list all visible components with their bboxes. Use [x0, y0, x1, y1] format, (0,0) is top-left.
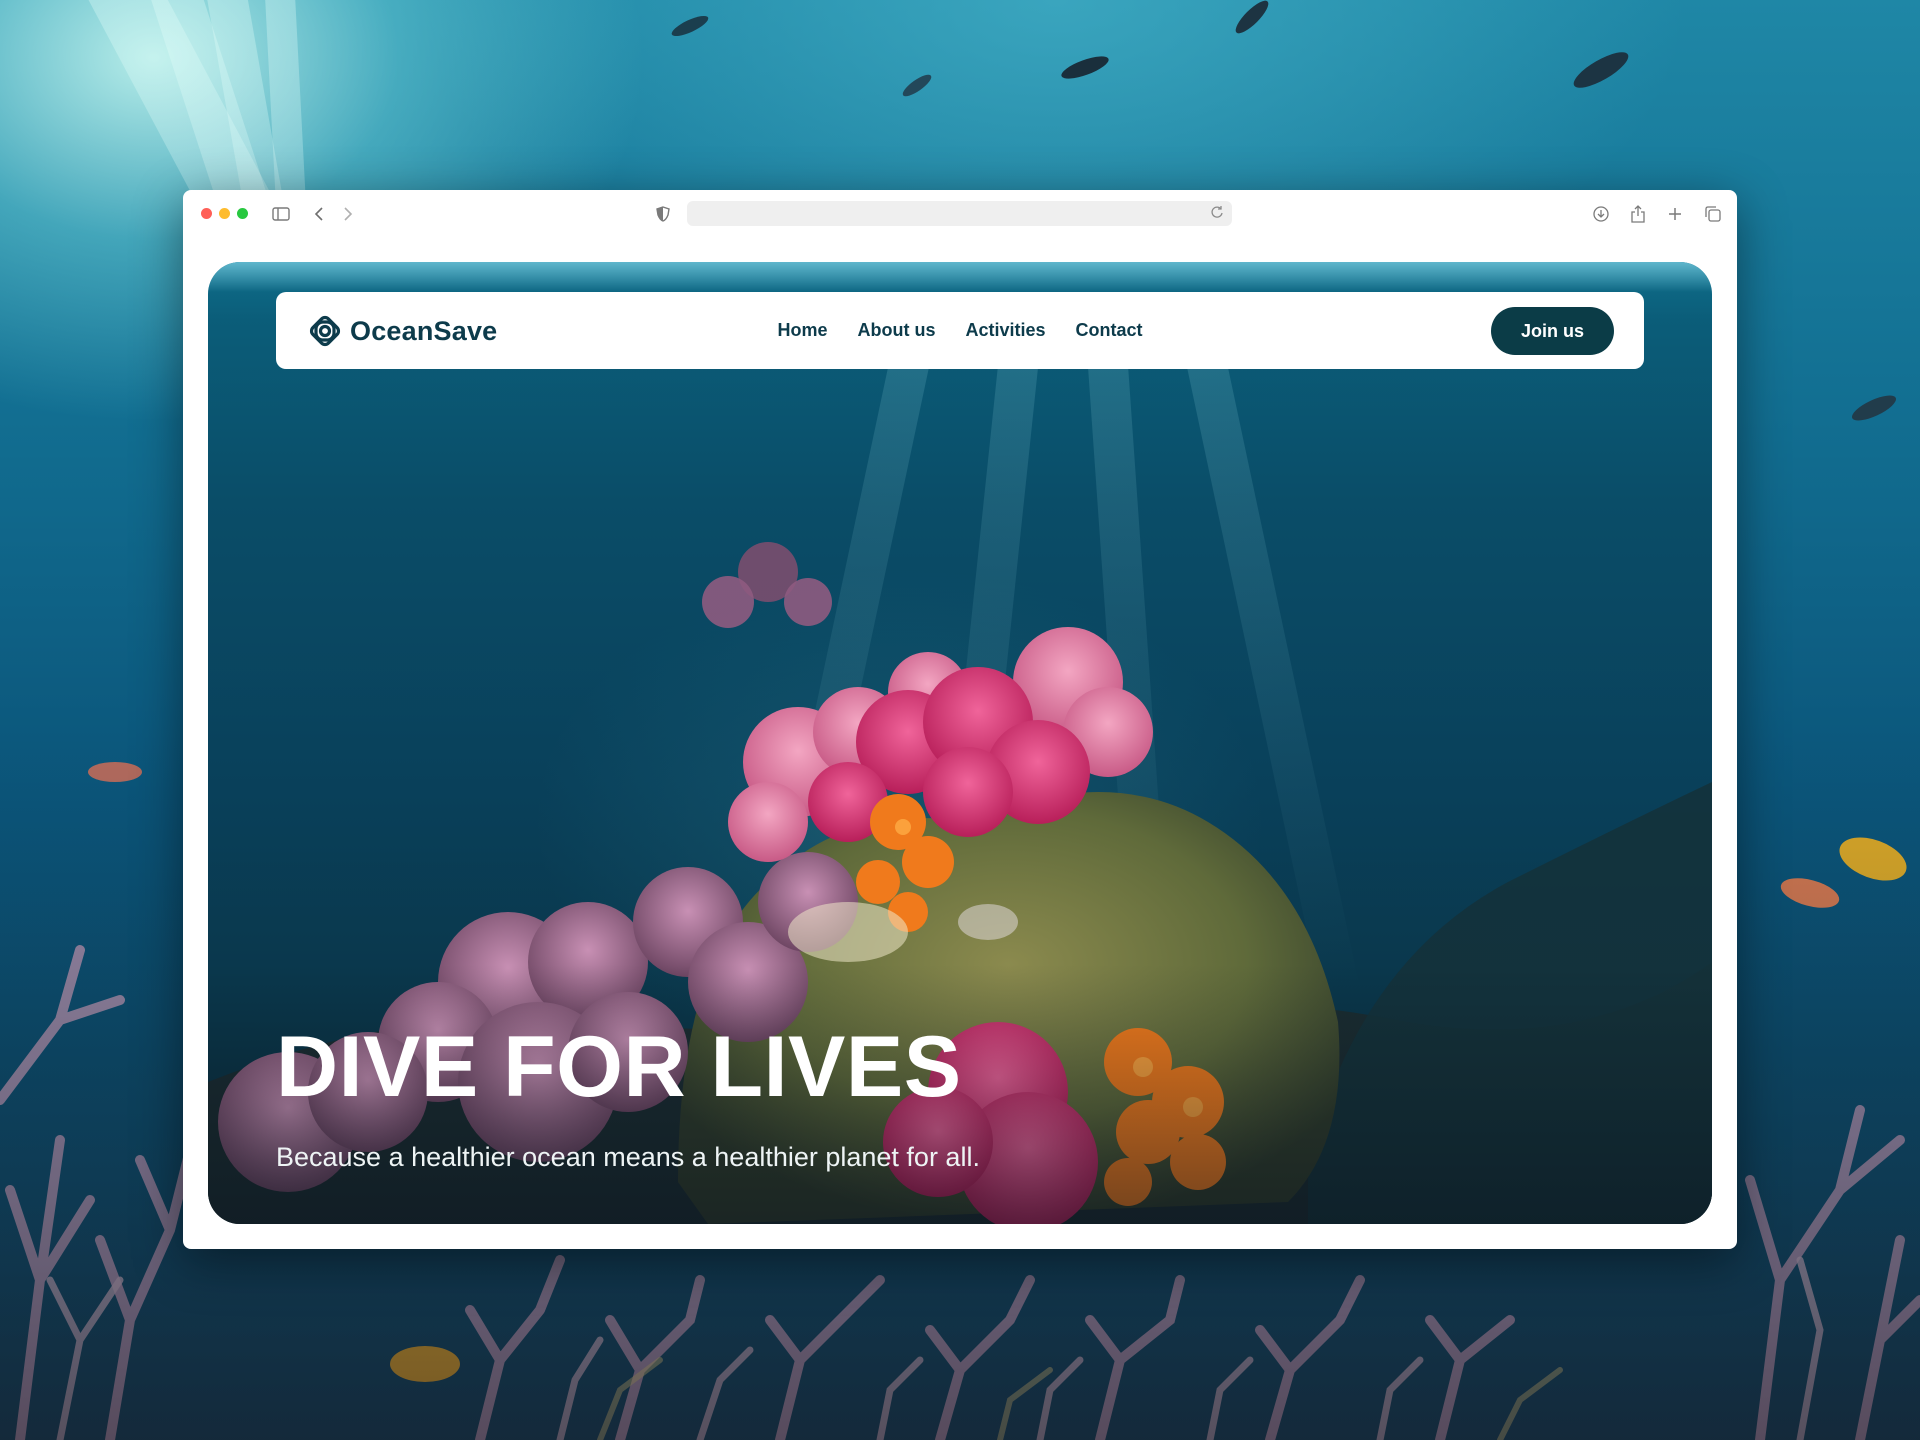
new-tab-icon[interactable] [1663, 202, 1687, 226]
fish [1848, 390, 1900, 426]
fish [1231, 0, 1273, 38]
hero-section: OceanSave Home About us Activities Conta… [208, 262, 1712, 1224]
zoom-window-button[interactable] [237, 208, 248, 219]
forward-icon[interactable] [336, 202, 360, 226]
minimize-window-button[interactable] [219, 208, 230, 219]
browser-toolbar [183, 190, 1737, 238]
nav-links: Home About us Activities Contact [276, 320, 1644, 341]
fish [1058, 51, 1112, 84]
fish [1569, 45, 1633, 95]
site-navbar: OceanSave Home About us Activities Conta… [276, 292, 1644, 369]
nav-link-contact[interactable]: Contact [1076, 320, 1143, 341]
reload-icon[interactable] [1210, 205, 1224, 224]
close-window-button[interactable] [201, 208, 212, 219]
hero-tagline: Because a healthier ocean means a health… [276, 1142, 980, 1172]
hero-headline: DIVE FOR LIVES [276, 1019, 962, 1115]
download-icon[interactable] [1589, 202, 1613, 226]
shield-icon[interactable] [651, 202, 675, 226]
share-icon[interactable] [1626, 202, 1650, 226]
join-us-button[interactable]: Join us [1491, 307, 1614, 355]
nav-link-about-us[interactable]: About us [857, 320, 935, 341]
nav-link-home[interactable]: Home [777, 320, 827, 341]
tabs-icon[interactable] [1701, 202, 1725, 226]
browser-window: OceanSave Home About us Activities Conta… [183, 190, 1737, 1249]
sidebar-icon[interactable] [269, 202, 293, 226]
address-bar[interactable] [687, 201, 1232, 226]
fish [899, 71, 935, 100]
back-icon[interactable] [307, 202, 331, 226]
fish [669, 12, 711, 40]
nav-link-activities[interactable]: Activities [965, 320, 1045, 341]
